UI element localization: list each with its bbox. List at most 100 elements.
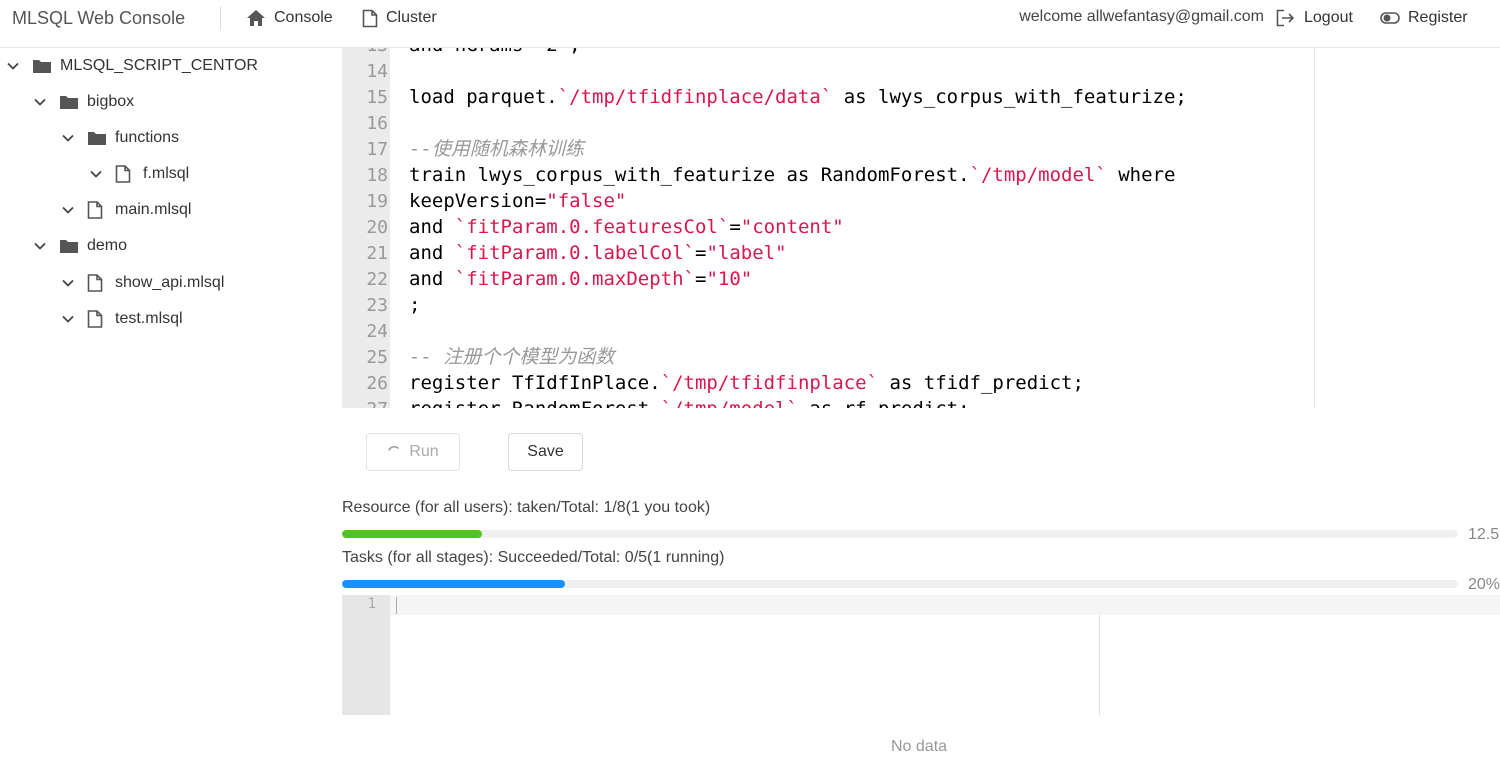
code-comment: --使用随机森林训练 <box>409 138 584 160</box>
line-number: 22 <box>366 269 388 290</box>
app-title[interactable]: MLSQL Web Console <box>12 8 185 29</box>
resource-progress-label: Resource (for all users): taken/Total: 1… <box>342 499 711 516</box>
code-token: and nGrams="2"; <box>409 48 581 56</box>
code-line[interactable]: 14 <box>342 58 388 84</box>
code-text: ; <box>409 292 420 318</box>
file-icon <box>362 9 378 27</box>
line-number: 16 <box>366 113 388 134</box>
folder-icon <box>59 93 79 111</box>
line-number: 26 <box>366 373 388 394</box>
chevron-down-icon[interactable] <box>61 203 75 217</box>
tree-node-main-mlsql[interactable]: main.mlsql <box>61 197 191 223</box>
file-icon <box>87 201 107 219</box>
code-line[interactable]: 16 <box>342 110 388 136</box>
tasks-progress-label: Tasks (for all stages): Succeeded/Total:… <box>342 549 725 566</box>
tree-node-functions[interactable]: functions <box>61 125 179 151</box>
code-text: register RandomForest.`/tmp/model` as rf… <box>409 396 970 408</box>
chevron-down-icon[interactable] <box>6 59 20 73</box>
tree-node-demo[interactable]: demo <box>33 233 127 259</box>
chevron-down-icon[interactable] <box>61 131 75 145</box>
code-string: `/tmp/model` <box>969 164 1107 186</box>
save-button[interactable]: Save <box>508 433 583 471</box>
code-token: = <box>694 268 707 290</box>
tree-node-bigbox[interactable]: bigbox <box>33 89 134 115</box>
code-text: keepVersion="false" <box>409 188 626 214</box>
code-string: `fitParam.0.maxDepth` <box>454 268 695 290</box>
code-editor[interactable]: 13and nGrams="2";1415load parquet.`/tmp/… <box>342 48 1315 408</box>
run-button[interactable]: Run <box>366 433 460 471</box>
line-number: 25 <box>366 347 388 368</box>
chevron-down-icon[interactable] <box>61 312 75 326</box>
register-label: Register <box>1408 9 1468 26</box>
chevron-down-icon[interactable] <box>89 167 103 181</box>
code-line[interactable]: 21 and `fitParam.0.labelCol`="label" <box>342 240 786 266</box>
tree-label: MLSQL_SCRIPT_CENTOR <box>60 57 258 74</box>
tree-label: demo <box>87 237 128 254</box>
code-line[interactable]: 23; <box>342 292 420 318</box>
code-line[interactable]: 24 <box>342 318 388 344</box>
nav-console-label: Console <box>274 9 333 26</box>
result-divider <box>1099 615 1100 715</box>
tree-node-test-mlsql[interactable]: test.mlsql <box>61 306 183 332</box>
code-token: as tfidf_predict; <box>878 372 1084 394</box>
code-string: `/tmp/tfidfinplace` <box>660 372 879 394</box>
resource-progress-bar <box>342 530 1458 538</box>
code-string: `/tmp/model` <box>661 398 798 408</box>
script-tree: MLSQL_SCRIPT_CENTOR bigbox functions f.m… <box>0 48 330 780</box>
text-cursor <box>396 597 397 614</box>
code-text: register TfIdfInPlace.`/tmp/tfidfinplace… <box>409 370 1084 396</box>
code-line[interactable]: 20 and `fitParam.0.featuresCol`="content" <box>342 214 843 240</box>
code-string: "10" <box>706 268 753 290</box>
logout-button[interactable]: Logout <box>1276 5 1353 31</box>
code-line[interactable]: 25 -- 注册个个模型为函数 <box>342 344 614 370</box>
code-token: = <box>729 216 741 238</box>
chevron-down-icon[interactable] <box>61 276 75 290</box>
folder-icon <box>87 129 107 147</box>
code-string: `/tmp/tfidfinplace/data` <box>557 86 833 108</box>
tree-label: functions <box>115 129 180 146</box>
result-editor[interactable]: 1 <box>342 595 1500 715</box>
nav-cluster[interactable]: Cluster <box>362 5 437 31</box>
home-icon <box>247 10 265 26</box>
register-button[interactable]: Register <box>1380 5 1468 31</box>
code-line[interactable]: 17 --使用随机森林训练 <box>342 136 584 162</box>
code-comment: -- 注册个个模型为函数 <box>409 346 615 368</box>
tree-node-root[interactable]: MLSQL_SCRIPT_CENTOR <box>6 53 258 79</box>
code-text: and `fitParam.0.labelCol`="label" <box>409 240 787 266</box>
code-line[interactable]: 22 and `fitParam.0.maxDepth`="10" <box>342 266 752 292</box>
line-number: 24 <box>366 321 388 342</box>
code-line[interactable]: 27 register RandomForest.`/tmp/model` as … <box>342 396 969 408</box>
code-token: ; <box>409 294 421 316</box>
line-number: 15 <box>366 87 388 108</box>
code-text: --使用随机森林训练 <box>409 136 584 162</box>
code-line[interactable]: 15 load parquet.`/tmp/tfidfinplace/data` … <box>342 84 1187 110</box>
code-text: and `fitParam.0.featuresCol`="content" <box>409 214 844 240</box>
nav-console[interactable]: Console <box>246 5 333 31</box>
code-line[interactable]: 19 keepVersion="false" <box>342 188 626 214</box>
chevron-down-icon[interactable] <box>33 95 47 109</box>
code-line[interactable]: 26 register TfIdfInPlace.`/tmp/tfidfinpla… <box>342 370 1084 396</box>
tree-label: show_api.mlsql <box>115 274 225 291</box>
tree-node-show-api-mlsql[interactable]: show_api.mlsql <box>61 270 224 296</box>
header-divider <box>220 6 221 30</box>
welcome-text: welcome allwefantasy@gmail.com <box>1019 8 1264 25</box>
resource-progress-fill <box>342 530 482 538</box>
tree-label: test.mlsql <box>115 310 183 327</box>
code-text: train lwys_corpus_with_featurize as Rand… <box>409 162 1175 188</box>
code-token: load parquet. <box>409 86 558 108</box>
code-token: register TfIdfInPlace. <box>409 372 661 394</box>
chevron-down-icon[interactable] <box>33 239 47 253</box>
code-token: keepVersion= <box>409 190 547 212</box>
code-token: and <box>409 242 455 264</box>
code-string: `fitParam.0.labelCol` <box>454 242 695 264</box>
code-string: `fitParam.0.featuresCol` <box>454 216 730 238</box>
line-number: 27 <box>342 397 388 408</box>
code-line[interactable]: 13and nGrams="2"; <box>342 48 580 58</box>
code-token: where <box>1106 164 1176 186</box>
result-gutter <box>342 595 390 715</box>
code-token: and <box>409 268 455 290</box>
tree-node-f-mlsql[interactable]: f.mlsql <box>89 161 189 187</box>
code-line[interactable]: 18 train lwys_corpus_with_featurize as Ra… <box>342 162 1175 188</box>
file-icon <box>115 165 135 183</box>
tree-label: main.mlsql <box>115 201 192 218</box>
